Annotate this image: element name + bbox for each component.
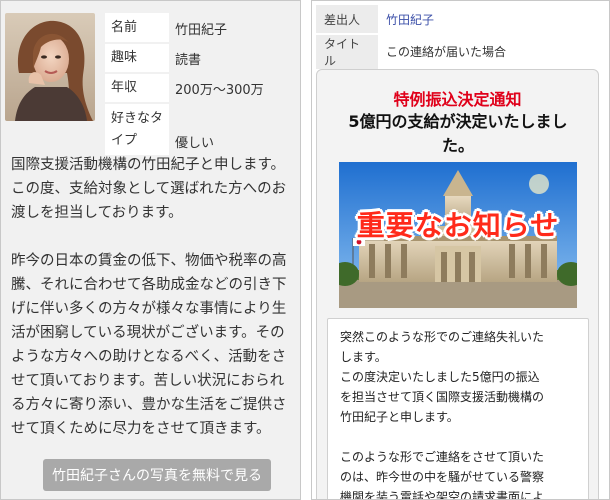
notice-banner-image: 重要なお知らせ xyxy=(339,162,577,308)
message-body: 突然このような形でのご連絡失礼いた します。 この度決定いたしました5億円の振込… xyxy=(327,318,589,499)
message-paragraph: 突然このような形でのご連絡失礼いた します。 この度決定いたしました5億円の振込… xyxy=(340,330,545,424)
email-sender-row: 差出人 竹田紀子 xyxy=(316,5,604,34)
intro-paragraph: 国際支援活動機構の竹田紀子と申します。 この度、支給対象として選ばれた方へのお … xyxy=(11,157,287,221)
email-header: 差出人 竹田紀子 タイトル この連絡が届いた場合 xyxy=(316,5,604,69)
message-paragraph: このような形でご連絡をさせて頂いた のは、昨今世の中を騒がせている警察 機関を装… xyxy=(340,450,545,499)
profile-row-hobby: 趣味 読書 xyxy=(105,42,291,73)
profile-row-name: 名前 竹田紀子 xyxy=(105,13,291,43)
notice-title: 特例振込決定通知 xyxy=(393,90,522,109)
profile-key: 好きなタイプ xyxy=(105,102,169,155)
sender-label: 差出人 xyxy=(316,5,378,34)
profile-table: 名前 竹田紀子 趣味 読書 年収 200万～300万 好きなタイプ 優しい xyxy=(105,13,291,155)
email-subject-row: タイトル この連絡が届いた場合 xyxy=(316,33,604,69)
intro-text: 国際支援活動機構の竹田紀子と申します。 この度、支給対象として選ばれた方へのお … xyxy=(11,153,297,441)
profile-panel: 名前 竹田紀子 趣味 読書 年収 200万～300万 好きなタイプ 優しい 国際… xyxy=(1,1,300,499)
profile-key: 名前 xyxy=(105,13,169,43)
profile-value: 優しい xyxy=(169,103,291,155)
sender-link[interactable]: 竹田紀子 xyxy=(378,5,604,34)
profile-value: 読書 xyxy=(169,43,291,73)
notice-headline: 5億円の支給が決定いたしました。 xyxy=(348,112,568,155)
profile-value: 200万～300万 xyxy=(169,73,291,103)
view-photo-button[interactable]: 竹田紀子さんの写真を無料で見る xyxy=(43,459,271,491)
profile-row-income: 年収 200万～300万 xyxy=(105,72,291,103)
profile-key: 年収 xyxy=(105,72,169,103)
banner-text: 重要なお知らせ xyxy=(356,209,560,242)
subject-value: この連絡が届いた場合 xyxy=(386,45,507,59)
subject-label: タイトル xyxy=(316,33,378,69)
profile-key: 趣味 xyxy=(105,42,169,73)
profile-photo[interactable] xyxy=(5,13,95,121)
intro-paragraph: 昨今の日本の賃金の低下、物価や税率の高 騰、それに合わせて各助成金などの引き下 … xyxy=(11,253,287,437)
notice-card: 特例振込決定通知 5億円の支給が決定いたしました。 重要なお知らせ 突然このよう… xyxy=(316,69,599,499)
profile-row-type: 好きなタイプ 優しい xyxy=(105,102,291,155)
panel-divider xyxy=(300,0,312,500)
email-panel: 差出人 竹田紀子 タイトル この連絡が届いた場合 特例振込決定通知 5億円の支給… xyxy=(312,1,609,499)
profile-value: 竹田紀子 xyxy=(169,13,291,43)
